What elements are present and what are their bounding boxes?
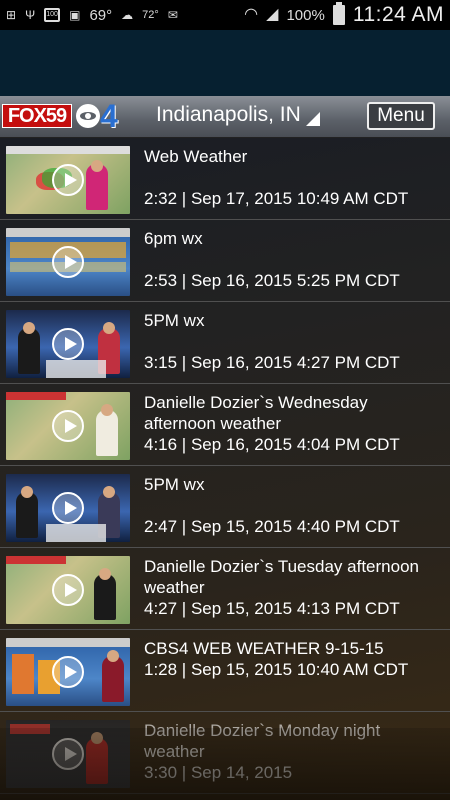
video-item[interactable]: Danielle Dozier`s Wednesday afternoon we… bbox=[0, 384, 450, 466]
video-item[interactable]: Danielle Dozier`s Monday night weather 3… bbox=[0, 712, 450, 794]
video-meta: 2:32 | Sep 17, 2015 10:49 AM CDT bbox=[144, 189, 409, 208]
cell-signal-icon: ◢ bbox=[266, 6, 279, 23]
video-meta: 3:15 | Sep 16, 2015 4:27 PM CDT bbox=[144, 353, 400, 372]
clock: 11:24 AM bbox=[352, 3, 444, 26]
video-thumbnail[interactable] bbox=[6, 146, 130, 214]
weather-partly-cloudy-icon: ☁ bbox=[121, 8, 134, 22]
fox59-logo: FOX59 bbox=[2, 104, 72, 128]
usb-icon: Ψ bbox=[25, 8, 36, 22]
weather-small-temp: 72° bbox=[142, 9, 159, 21]
video-item[interactable]: Web Weather 2:32 | Sep 17, 2015 10:49 AM… bbox=[0, 138, 450, 220]
video-meta: 4:16 | Sep 16, 2015 4:04 PM CDT bbox=[144, 435, 400, 454]
video-meta: 4:27 | Sep 15, 2015 4:13 PM CDT bbox=[144, 599, 400, 618]
video-item[interactable]: 5PM wx 3:15 | Sep 16, 2015 4:27 PM CDT bbox=[0, 302, 450, 384]
menu-button[interactable]: Menu bbox=[367, 102, 435, 130]
video-list[interactable]: Web Weather 2:32 | Sep 17, 2015 10:49 AM… bbox=[0, 138, 450, 800]
video-thumbnail[interactable] bbox=[6, 638, 130, 706]
video-item[interactable]: 6pm wx 2:53 | Sep 16, 2015 5:25 PM CDT bbox=[0, 220, 450, 302]
cbs-eye-logo-icon bbox=[76, 104, 100, 128]
play-icon[interactable] bbox=[52, 328, 84, 360]
battery-percent: 100% bbox=[286, 6, 325, 24]
video-thumbnail[interactable] bbox=[6, 228, 130, 296]
video-title[interactable]: 6pm wx bbox=[144, 228, 444, 249]
play-icon[interactable] bbox=[52, 164, 84, 196]
video-thumbnail[interactable] bbox=[6, 310, 130, 378]
video-meta: 3:30 | Sep 14, 2015 bbox=[144, 763, 293, 782]
gmail-icon: ✉ bbox=[167, 8, 178, 22]
video-title[interactable]: 5PM wx bbox=[144, 474, 444, 495]
wifi-icon: ◠ bbox=[244, 6, 259, 23]
video-thumbnail[interactable] bbox=[6, 720, 130, 788]
video-item[interactable]: CBS4 WEB WEATHER 9-15-15 1:28 | Sep 15, … bbox=[0, 630, 450, 712]
cbs4-logo: 4 bbox=[100, 98, 118, 134]
top-banner-area bbox=[0, 30, 450, 96]
weather-temp-notification: 69° bbox=[89, 6, 113, 24]
play-icon[interactable] bbox=[52, 738, 84, 770]
video-meta: 1:28 | Sep 15, 2015 10:40 AM CDT bbox=[144, 660, 409, 679]
video-thumbnail[interactable] bbox=[6, 392, 130, 460]
play-icon[interactable] bbox=[52, 410, 84, 442]
status-bar: ⊞ Ψ 100 ▣ 69° ☁ 72° ✉ ◠ ◢ 100% 11:24 AM bbox=[0, 0, 450, 30]
video-item[interactable]: 5PM wx 2:47 | Sep 15, 2015 4:40 PM CDT bbox=[0, 466, 450, 548]
video-title[interactable]: CBS4 WEB WEATHER 9-15-15 bbox=[144, 638, 444, 659]
app-header: FOX59 4 Indianapolis, IN Menu bbox=[0, 96, 450, 138]
video-meta: 2:47 | Sep 15, 2015 4:40 PM CDT bbox=[144, 517, 400, 536]
battery-icon bbox=[332, 2, 345, 25]
video-item[interactable]: Danielle Dozier`s Tuesday afternoon weat… bbox=[0, 548, 450, 630]
play-icon[interactable] bbox=[52, 246, 84, 278]
image-icon: ▣ bbox=[69, 8, 81, 22]
video-title[interactable]: Danielle Dozier`s Tuesday afternoon weat… bbox=[144, 556, 444, 598]
play-icon[interactable] bbox=[52, 656, 84, 688]
video-title[interactable]: Web Weather bbox=[144, 146, 444, 167]
city-selector[interactable]: Indianapolis, IN bbox=[156, 103, 301, 127]
video-title[interactable]: Danielle Dozier`s Wednesday afternoon we… bbox=[144, 392, 444, 434]
video-title[interactable]: 5PM wx bbox=[144, 310, 444, 331]
play-icon[interactable] bbox=[52, 574, 84, 606]
add-notification-icon: ⊞ bbox=[6, 8, 17, 22]
battery-notification-icon: 100 bbox=[44, 8, 61, 22]
play-icon[interactable] bbox=[52, 492, 84, 524]
dropdown-arrow-icon[interactable] bbox=[306, 112, 320, 126]
video-title[interactable]: Danielle Dozier`s Monday night weather bbox=[144, 720, 444, 762]
video-meta: 2:53 | Sep 16, 2015 5:25 PM CDT bbox=[144, 271, 400, 290]
video-thumbnail[interactable] bbox=[6, 556, 130, 624]
video-thumbnail[interactable] bbox=[6, 474, 130, 542]
